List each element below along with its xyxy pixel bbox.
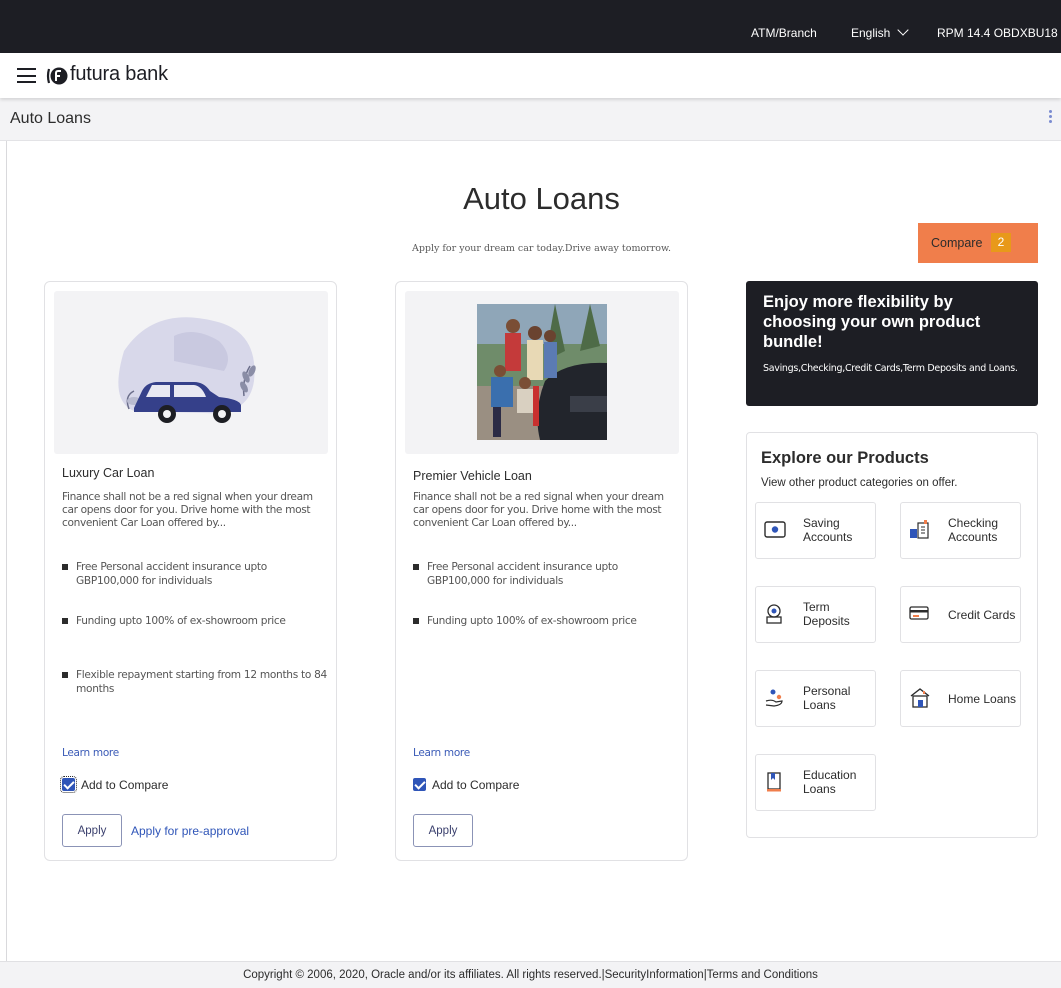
saving-accounts-icon <box>764 521 786 538</box>
product-tile-personal-loans[interactable]: Personal Loans <box>755 670 876 727</box>
tile-label-line: Checking <box>948 516 999 530</box>
product-feature: Funding upto 100% of ex-showroom price <box>62 614 330 628</box>
more-options-icon[interactable] <box>1049 110 1053 126</box>
page-title-bar: Auto Loans <box>0 98 1061 141</box>
product-tile-credit-cards[interactable]: Credit Cards <box>900 586 1021 643</box>
checking-accounts-icon <box>910 520 929 539</box>
language-selector[interactable]: English <box>851 24 910 40</box>
hero-title: Auto Loans <box>463 181 620 216</box>
tile-label-line: Loans <box>803 698 836 712</box>
tile-label: Education Loans <box>803 768 856 796</box>
tile-label: Personal Loans <box>803 684 850 712</box>
product-feature: Free Personal accident insurance upto GB… <box>62 560 330 588</box>
home-loans-icon <box>910 688 930 708</box>
tile-label-line: Deposits <box>803 614 850 628</box>
explore-subheading: View other product categories on offer. <box>761 477 958 489</box>
bank-name[interactable]: futura bank <box>70 63 168 86</box>
atm-branch-link[interactable]: ATM/Branch <box>751 26 817 40</box>
product-card-premier-vehicle-loan: Premier Vehicle Loan Finance shall not b… <box>395 281 688 861</box>
product-name: Premier Vehicle Loan <box>413 469 532 483</box>
tile-label-line: Saving <box>803 516 840 530</box>
product-tile-education-loans[interactable]: Education Loans <box>755 754 876 811</box>
explore-products-panel: Explore our Products View other product … <box>746 432 1038 838</box>
product-description: Finance shall not be a red signal when y… <box>62 491 313 529</box>
product-feature: Funding upto 100% of ex-showroom price <box>413 614 681 628</box>
add-to-compare-label: Add to Compare <box>432 778 520 792</box>
promo-text: Savings,Checking,Credit Cards,Term Depos… <box>763 363 1018 374</box>
term-deposits-icon <box>766 604 782 624</box>
bundle-promo-banner[interactable]: Enjoy more flexibility by choosing your … <box>746 281 1038 406</box>
footer-text[interactable]: Copyright © 2006, 2020, Oracle and/or it… <box>243 969 818 981</box>
product-feature: Flexible repayment starting from 12 mont… <box>62 668 330 696</box>
tile-label: Checking Accounts <box>948 516 998 544</box>
car-illustration-icon <box>118 317 256 423</box>
learn-more-link[interactable]: Learn more <box>413 747 470 759</box>
apply-button[interactable]: Apply <box>62 814 122 847</box>
hero-subtitle: Apply for your dream car today.Drive awa… <box>411 243 672 254</box>
explore-heading: Explore our Products <box>761 449 929 467</box>
tile-label-line: Education <box>803 768 857 782</box>
personal-loans-icon <box>765 689 783 707</box>
product-feature: Free Personal accident insurance upto GB… <box>413 560 681 588</box>
brand-header: futura bank <box>0 53 1061 98</box>
tile-label: Saving Accounts <box>803 516 852 544</box>
tile-label-line: Home Loans <box>948 692 1017 706</box>
tile-label-line: Accounts <box>948 530 998 544</box>
learn-more-link[interactable]: Learn more <box>62 747 119 759</box>
tile-label-line: Personal <box>803 684 851 698</box>
language-label: English <box>851 26 891 40</box>
apply-button[interactable]: Apply <box>413 814 473 847</box>
tile-label-line: Term <box>803 600 830 614</box>
tile-label-line: Credit Cards <box>948 608 1016 622</box>
tile-label-line: Accounts <box>803 530 853 544</box>
tile-label: Term Deposits <box>803 600 850 628</box>
product-tile-term-deposits[interactable]: Term Deposits <box>755 586 876 643</box>
chevron-down-icon <box>897 24 910 36</box>
tile-label: Home Loans <box>948 692 1016 706</box>
page-footer: Copyright © 2006, 2020, Oracle and/or it… <box>0 961 1061 988</box>
bank-logo-icon[interactable] <box>46 66 68 86</box>
family-with-car-photo-icon <box>477 304 607 440</box>
add-to-compare-label: Add to Compare <box>81 778 169 792</box>
top-utility-bar: ATM/Branch English RPM 14.4 OBDXBU18 <box>0 0 1061 53</box>
menu-icon[interactable] <box>17 68 36 83</box>
apply-pre-approval-link[interactable]: Apply for pre-approval <box>131 824 249 838</box>
promo-heading: Enjoy more flexibility by choosing your … <box>763 293 981 351</box>
product-tile-checking-accounts[interactable]: Checking Accounts <box>900 502 1021 559</box>
page-title: Auto Loans <box>10 110 91 127</box>
compare-button[interactable]: Compare 2 <box>918 223 1038 263</box>
product-image <box>54 291 328 454</box>
compare-label: Compare <box>931 236 983 250</box>
tile-label-line: Loans <box>803 782 836 796</box>
user-menu[interactable]: RPM 14.4 OBDXBU18 <box>937 26 1061 40</box>
tile-label: Credit Cards <box>948 608 1015 622</box>
product-description: Finance shall not be a red signal when y… <box>413 491 664 529</box>
user-name: RPM 14.4 OBDXBU18 <box>937 26 1058 40</box>
product-name: Luxury Car Loan <box>62 466 155 480</box>
product-card-luxury-car-loan: Luxury Car Loan Finance shall not be a r… <box>44 281 337 861</box>
content-divider <box>6 141 7 961</box>
checkbox-checked-icon <box>413 778 426 791</box>
credit-cards-icon <box>909 606 929 620</box>
education-loans-icon <box>767 772 781 792</box>
product-image <box>405 291 679 454</box>
product-tile-saving-accounts[interactable]: Saving Accounts <box>755 502 876 559</box>
product-tile-home-loans[interactable]: Home Loans <box>900 670 1021 727</box>
checkbox-checked-icon <box>60 776 77 793</box>
compare-count-badge: 2 <box>991 233 1011 252</box>
